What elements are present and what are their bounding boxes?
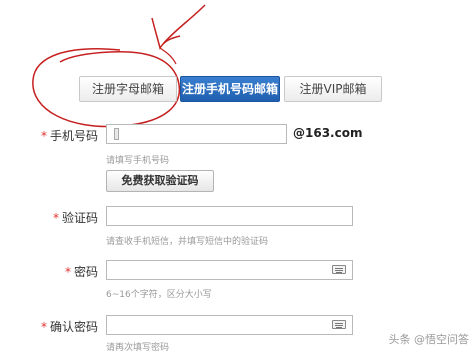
phone-label: * 手机号码 — [40, 129, 98, 143]
watermark: 头条 @悟空问答 — [388, 333, 470, 346]
red-annotation-drawing — [32, 4, 206, 128]
password-input[interactable] — [106, 260, 353, 280]
domain-suffix: @163.com — [293, 126, 363, 140]
tab-register-phone-mailbox[interactable]: 注册手机号码邮箱 — [180, 76, 280, 102]
required-mark: * — [40, 129, 47, 143]
phone-hint: 请填写手机号码 — [106, 156, 170, 166]
password-label: * 密码 — [64, 265, 98, 279]
keyboard-icon[interactable] — [332, 265, 346, 274]
tab-register-vip-mailbox[interactable]: 注册VIP邮箱 — [284, 76, 382, 102]
required-mark: * — [52, 211, 59, 225]
phone-input[interactable] — [106, 124, 287, 144]
get-code-button[interactable]: 免费获取验证码 — [106, 170, 214, 192]
required-mark: * — [64, 265, 71, 279]
confirm-password-hint: 请再次填写密码 — [106, 343, 170, 353]
keyboard-icon[interactable] — [332, 320, 346, 329]
code-input[interactable] — [106, 206, 353, 226]
password-hint: 6~16个字符，区分大小写 — [106, 290, 212, 300]
code-label: * 验证码 — [52, 211, 98, 225]
tab-register-letter-mailbox[interactable]: 注册字母邮箱 — [79, 76, 177, 102]
confirm-password-input[interactable] — [106, 315, 353, 335]
confirm-password-label: * 确认密码 — [40, 320, 98, 334]
required-mark: * — [40, 320, 47, 334]
text-cursor-icon — [114, 128, 119, 140]
code-hint: 请查收手机短信，并填写短信中的验证码 — [106, 237, 269, 247]
